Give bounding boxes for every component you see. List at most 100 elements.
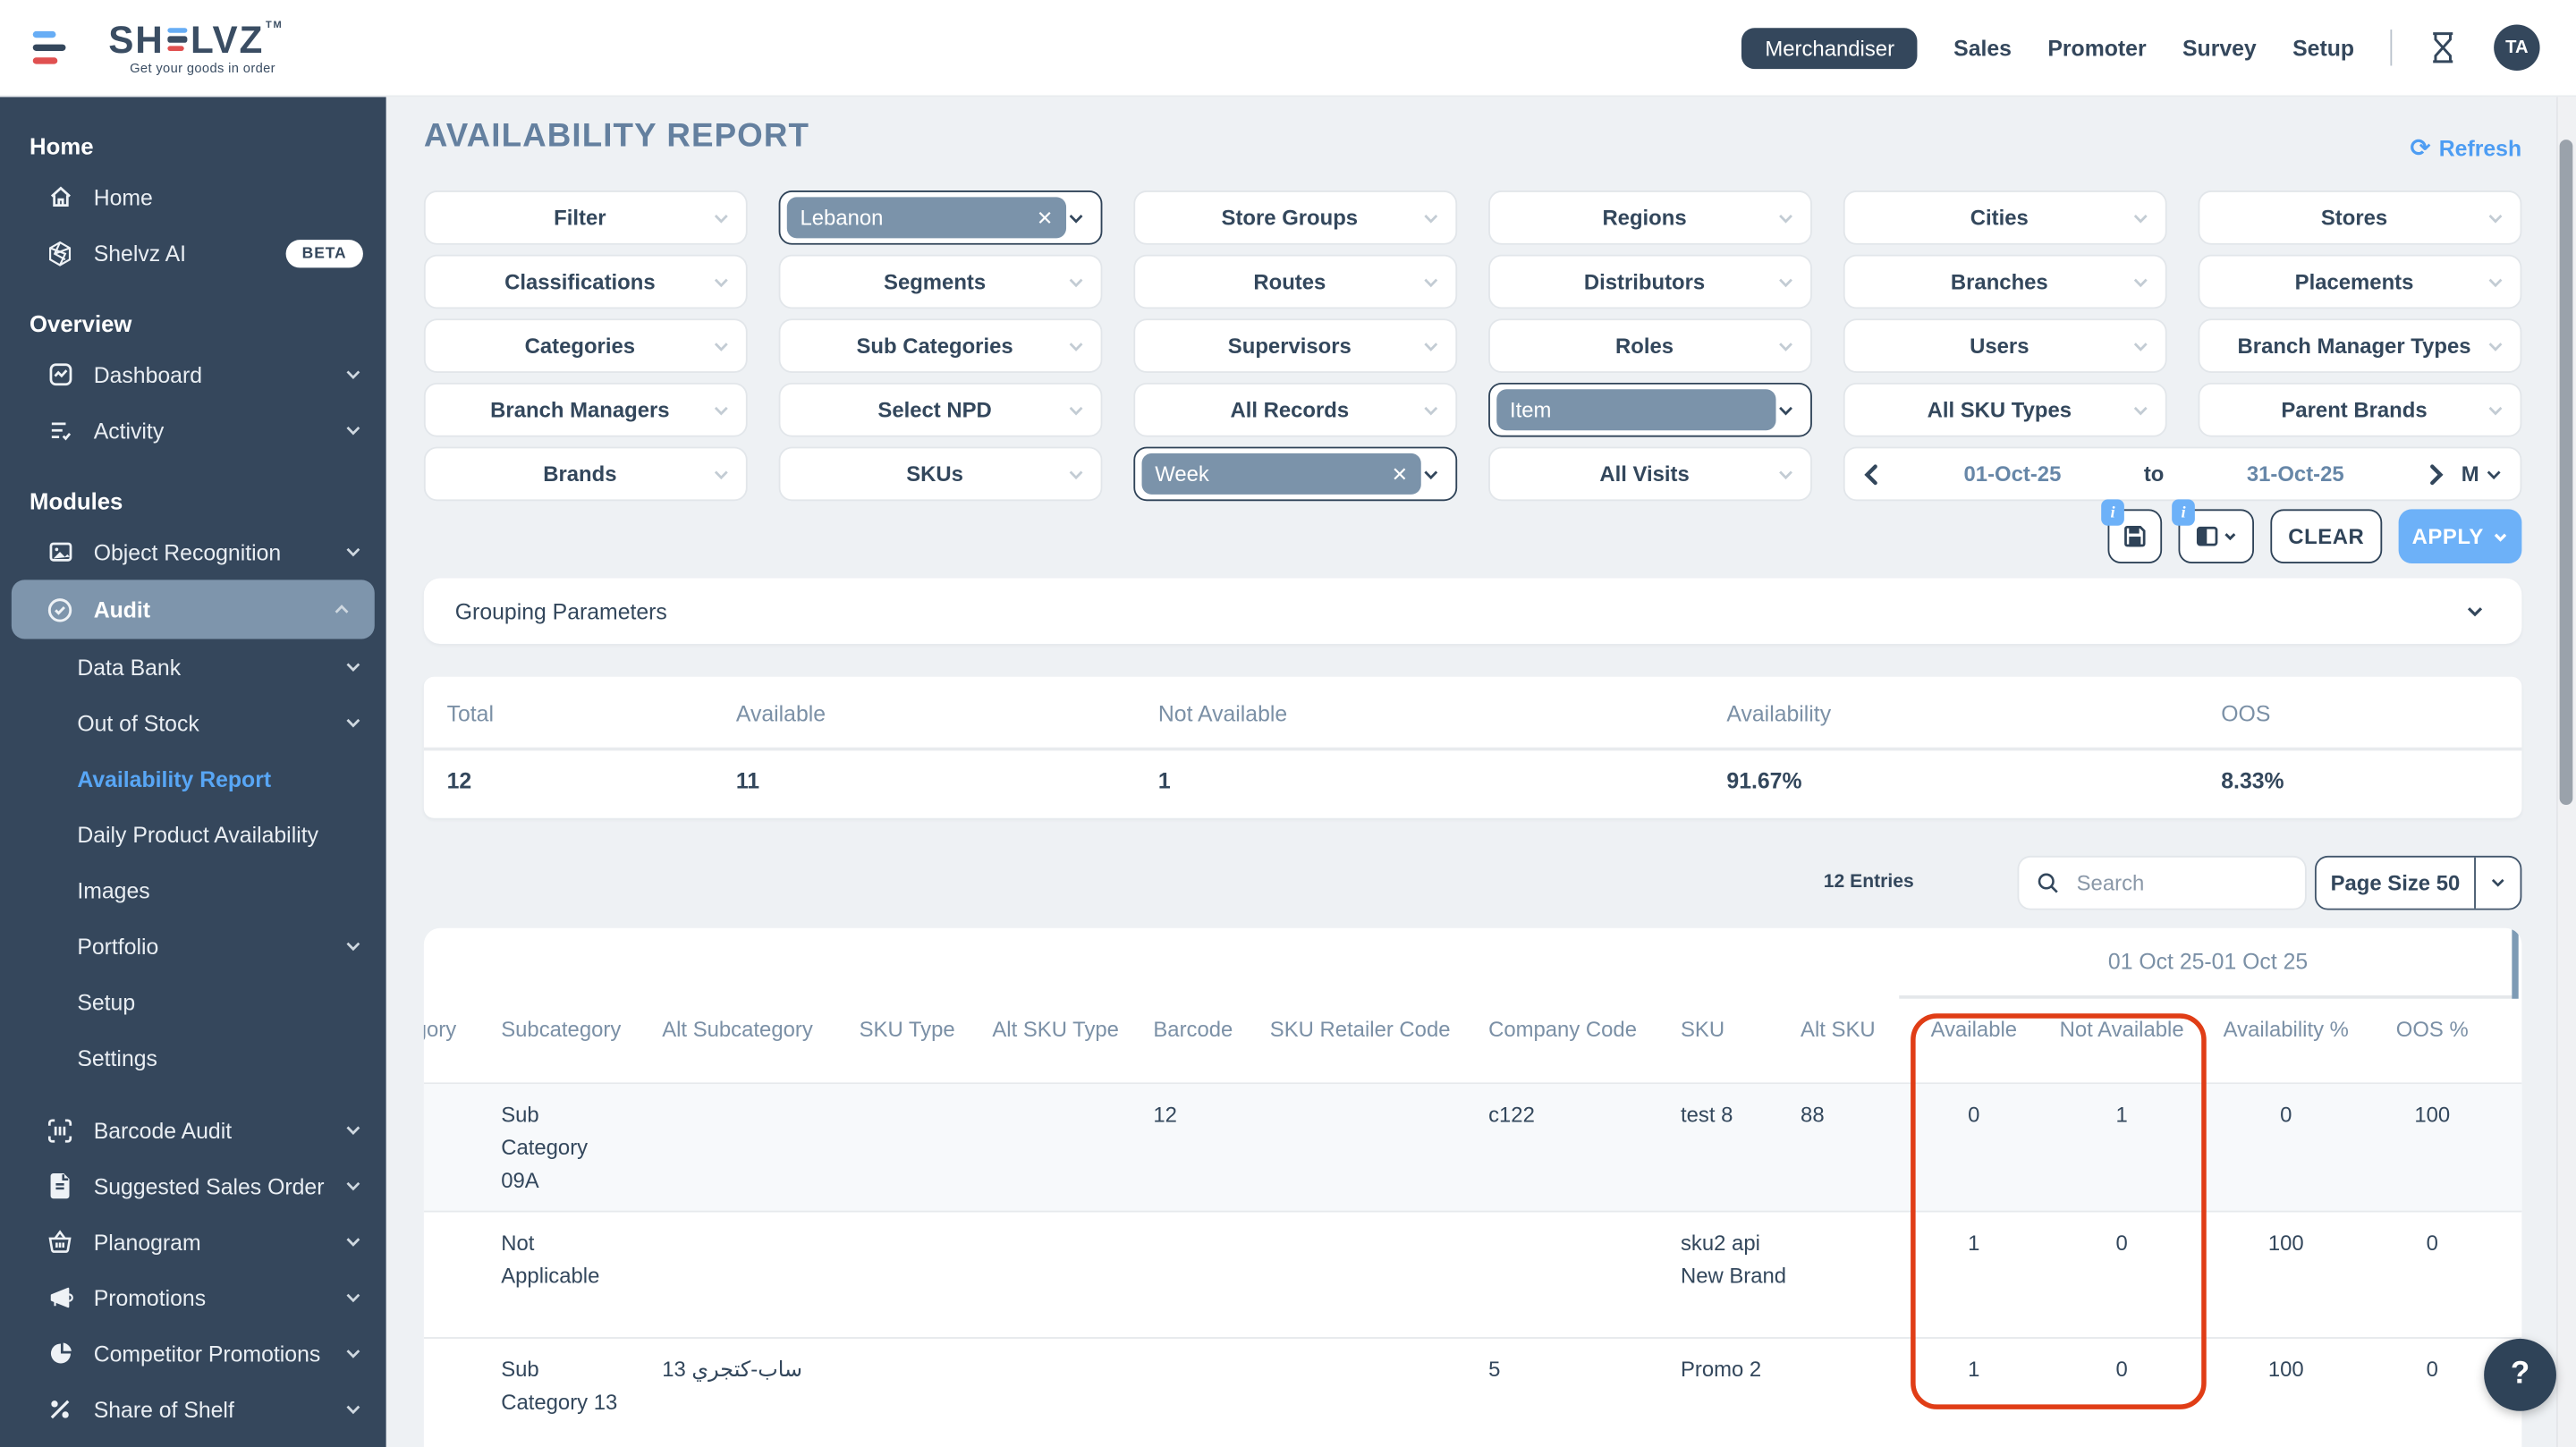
filter-branch-managers[interactable]: Branch Managers xyxy=(424,383,748,437)
chevron-down-icon xyxy=(711,336,731,356)
sidebar-item-setup[interactable]: Setup xyxy=(0,974,386,1029)
filter-parent-brands[interactable]: Parent Brands xyxy=(2199,383,2522,437)
save-filter-button[interactable]: i xyxy=(2108,509,2163,563)
sidebar-item-object-recognition[interactable]: Object Recognition xyxy=(0,524,386,580)
filter-all-records[interactable]: All Records xyxy=(1133,383,1457,437)
tag-label: Lebanon xyxy=(800,206,883,231)
sidebar-item-label: Suggested Sales Order xyxy=(94,1173,334,1198)
sidebar-item-settings[interactable]: Settings xyxy=(0,1030,386,1086)
sidebar-item-audit[interactable]: Audit xyxy=(12,580,375,639)
filter-all-visits[interactable]: All Visits xyxy=(1488,447,1812,502)
chevron-right-icon[interactable] xyxy=(2427,462,2446,486)
chevron-up-icon xyxy=(332,599,352,619)
column-header-availability: Availability % xyxy=(2207,1017,2366,1042)
grouping-parameters-panel[interactable]: Grouping Parameters xyxy=(424,579,2522,644)
refresh-button[interactable]: ⟳ Refresh xyxy=(2410,133,2521,163)
nav-link-setup[interactable]: Setup xyxy=(2292,35,2354,60)
filter-select-npd[interactable]: Select NPD xyxy=(779,383,1103,437)
chevron-down-icon xyxy=(1066,400,1086,419)
chevron-down-icon xyxy=(1776,464,1796,484)
trademark: TM xyxy=(266,7,284,45)
filter-all-sku-types[interactable]: All SKU Types xyxy=(1843,383,2167,437)
filter-item[interactable]: Item xyxy=(1488,383,1812,437)
sidebar-item-competitor-promotions[interactable]: Competitor Promotions xyxy=(0,1325,386,1381)
menu-icon[interactable] xyxy=(33,31,72,64)
apply-button[interactable]: APPLY xyxy=(2399,509,2522,563)
filter-label: Branch Manager Types xyxy=(2199,334,2486,359)
sidebar-item-daily-product-availability[interactable]: Daily Product Availability xyxy=(0,807,386,862)
filter-filter[interactable]: Filter xyxy=(424,190,748,245)
filter-segments[interactable]: Segments xyxy=(779,255,1103,309)
sidebar-item-activity[interactable]: Activity xyxy=(0,402,386,458)
nav-link-survey[interactable]: Survey xyxy=(2182,35,2257,60)
date-mode-select[interactable]: M xyxy=(2462,461,2504,487)
filter-week[interactable]: Week ✕ xyxy=(1133,447,1457,502)
filter-stores[interactable]: Stores xyxy=(2199,190,2522,245)
chevron-down-icon xyxy=(343,657,363,677)
sidebar-item-data-bank[interactable]: Data Bank xyxy=(0,639,386,694)
table-cell-company-code: 5 xyxy=(1488,1353,1669,1386)
table-cell-not-available: 0 xyxy=(2038,1227,2207,1260)
column-header-not-available: Not Available xyxy=(2038,1017,2207,1042)
column-header-company-code: Company Code xyxy=(1488,1017,1637,1042)
filter-cities[interactable]: Cities xyxy=(1843,190,2167,245)
help-button[interactable]: ? xyxy=(2484,1339,2556,1411)
sidebar-item-barcode-audit[interactable]: Barcode Audit xyxy=(0,1102,386,1157)
filter-users[interactable]: Users xyxy=(1843,318,2167,373)
sidebar-item-promotions[interactable]: Promotions xyxy=(0,1270,386,1325)
filter-lebanon[interactable]: Lebanon ✕ xyxy=(779,190,1103,245)
columns-button[interactable]: i xyxy=(2179,509,2254,563)
sidebar-item-images[interactable]: Images xyxy=(0,862,386,918)
remove-tag-icon[interactable]: ✕ xyxy=(1023,207,1053,230)
filter-regions[interactable]: Regions xyxy=(1488,190,1812,245)
clear-button[interactable]: CLEAR xyxy=(2270,509,2382,563)
filter-classifications[interactable]: Classifications xyxy=(424,255,748,309)
remove-tag-icon[interactable]: ✕ xyxy=(1378,462,1408,486)
filter-branch-manager-types[interactable]: Branch Manager Types xyxy=(2199,318,2522,373)
nav-link-merchandiser[interactable]: Merchandiser xyxy=(1742,27,1918,68)
chevron-left-icon[interactable] xyxy=(1861,462,1881,486)
check-circle-icon xyxy=(46,596,73,623)
search-input[interactable] xyxy=(2073,869,2254,897)
filter-supervisors[interactable]: Supervisors xyxy=(1133,318,1457,373)
sidebar-item-label: Settings xyxy=(77,1045,363,1070)
scrollbar-track[interactable] xyxy=(2556,97,2576,1447)
filter-label: All SKU Types xyxy=(1845,397,2131,422)
nav-link-promoter[interactable]: Promoter xyxy=(2047,35,2146,60)
nav-menu: Merchandiser Sales Promoter Survey Setup xyxy=(1735,27,2354,68)
filter-label: Supervisors xyxy=(1135,334,1421,359)
nav-divider xyxy=(2390,30,2392,65)
chevron-down-icon xyxy=(2492,529,2508,545)
sidebar-item-shelvz-ai[interactable]: Shelvz AIBETA xyxy=(0,225,386,281)
sidebar-item-home[interactable]: Home xyxy=(0,169,386,224)
sidebar-item-availability-report[interactable]: Availability Report xyxy=(0,750,386,806)
sidebar-item-planogram[interactable]: Planogram xyxy=(0,1214,386,1269)
sidebar-item-dashboard[interactable]: Dashboard xyxy=(0,347,386,402)
date-from[interactable]: 01-Oct-25 xyxy=(1881,461,2144,487)
sidebar-item-out-of-stock[interactable]: Out of Stock xyxy=(0,695,386,750)
avatar[interactable]: TA xyxy=(2494,25,2539,71)
basket-icon xyxy=(46,1228,73,1256)
nav-link-sales[interactable]: Sales xyxy=(1953,35,2012,60)
filter-skus[interactable]: SKUs xyxy=(779,447,1103,502)
filter-sub-categories[interactable]: Sub Categories xyxy=(779,318,1103,373)
scrollbar-thumb[interactable] xyxy=(2560,140,2573,805)
page-size-select[interactable]: Page Size 50 xyxy=(2315,856,2521,910)
hourglass-icon[interactable] xyxy=(2428,31,2458,64)
filter-roles[interactable]: Roles xyxy=(1488,318,1812,373)
filter-store-groups[interactable]: Store Groups xyxy=(1133,190,1457,245)
filter-branches[interactable]: Branches xyxy=(1843,255,2167,309)
sidebar-item-suggested-sales-order[interactable]: Suggested Sales Order xyxy=(0,1158,386,1214)
tag-label: Week xyxy=(1155,461,1209,487)
sidebar-item-stock-count[interactable]: Stock Count xyxy=(0,1437,386,1447)
sidebar-item-share-of-shelf[interactable]: Share of Shelf xyxy=(0,1382,386,1437)
sidebar-item-portfolio[interactable]: Portfolio xyxy=(0,918,386,974)
filter-distributors[interactable]: Distributors xyxy=(1488,255,1812,309)
filter-placements[interactable]: Placements xyxy=(2199,255,2522,309)
filter-brands[interactable]: Brands xyxy=(424,447,748,502)
summary-header-total: Total xyxy=(447,701,494,726)
filter-label: Parent Brands xyxy=(2199,397,2486,422)
date-to[interactable]: 31-Oct-25 xyxy=(2164,461,2427,487)
filter-routes[interactable]: Routes xyxy=(1133,255,1457,309)
filter-categories[interactable]: Categories xyxy=(424,318,748,373)
